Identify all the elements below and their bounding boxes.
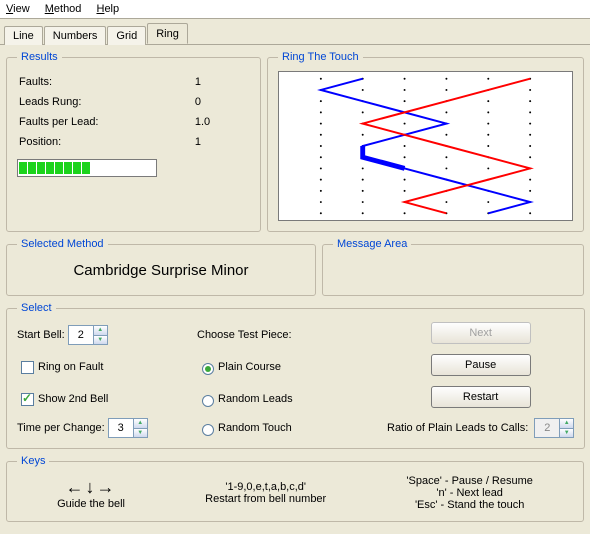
pos-label: Position: (19, 133, 153, 151)
faults-value: 1 (155, 73, 248, 91)
random-touch-label: Random Touch (218, 422, 292, 434)
next-button[interactable]: Next (431, 322, 531, 344)
random-leads-label: Random Leads (218, 393, 293, 405)
start-bell-down-icon[interactable]: ▼ (93, 335, 107, 344)
tab-line[interactable]: Line (4, 26, 43, 45)
selected-method-box: Selected Method Cambridge Surprise Minor (6, 238, 316, 296)
choose-test-piece-label: Choose Test Piece: (197, 329, 377, 341)
time-per-change-label: Time per Change: (17, 422, 105, 434)
restart-button[interactable]: Restart (431, 386, 531, 408)
fpl-value: 1.0 (155, 113, 248, 131)
menu-view[interactable]: View (6, 3, 30, 15)
tpc-down-icon[interactable]: ▼ (133, 428, 147, 437)
menu-help[interactable]: Help (96, 3, 119, 15)
results-legend: Results (17, 51, 62, 63)
time-per-change-spinner[interactable]: ▲▼ (108, 418, 148, 438)
esc-key-label: 'Esc' - Stand the touch (406, 499, 532, 511)
plain-course-radio[interactable]: Plain Course (197, 360, 377, 375)
keys-box: Keys ←↓→ Guide the bell '1-9,0,e,t,a,b,c… (6, 455, 584, 522)
message-area-box: Message Area (322, 238, 584, 296)
leads-value: 0 (155, 93, 248, 111)
ring-touch-chart (278, 71, 573, 221)
fpl-label: Faults per Lead: (19, 113, 153, 131)
ring-on-fault-input[interactable] (21, 361, 34, 374)
start-bell-spinner[interactable]: ▲▼ (68, 325, 108, 345)
random-touch-radio[interactable]: Random Touch (197, 421, 377, 436)
results-box: Results Faults:1 Leads Rung:0 Faults per… (6, 51, 261, 232)
guide-bell-label: Guide the bell (57, 498, 125, 510)
tab-numbers[interactable]: Numbers (44, 26, 107, 45)
plain-course-input[interactable] (202, 363, 214, 375)
ring-touch-legend: Ring The Touch (278, 51, 363, 63)
show-2nd-bell-check[interactable]: Show 2nd Bell (17, 390, 187, 409)
ratio-up-icon: ▲ (559, 419, 573, 428)
ratio-input (535, 419, 559, 437)
n-key-label: 'n' - Next lead (406, 487, 532, 499)
progress-bar (17, 159, 157, 177)
pause-button[interactable]: Pause (431, 354, 531, 376)
ratio-label: Ratio of Plain Leads to Calls: (387, 422, 528, 434)
selected-method-legend: Selected Method (17, 238, 108, 250)
tpc-up-icon[interactable]: ▲ (133, 419, 147, 428)
ring-touch-box: Ring The Touch (267, 51, 584, 232)
random-touch-input[interactable] (202, 424, 214, 436)
random-leads-radio[interactable]: Random Leads (197, 392, 377, 407)
restart-from-label: Restart from bell number (205, 493, 326, 505)
start-bell-up-icon[interactable]: ▲ (93, 326, 107, 335)
ratio-down-icon: ▼ (559, 428, 573, 437)
ring-on-fault-label: Ring on Fault (38, 361, 103, 373)
message-area-legend: Message Area (333, 238, 411, 250)
random-leads-input[interactable] (202, 395, 214, 407)
show-2nd-bell-input[interactable] (21, 393, 34, 406)
ring-on-fault-check[interactable]: Ring on Fault (17, 358, 187, 377)
start-bell-input[interactable] (69, 326, 93, 344)
arrow-keys-icon: ←↓→ (57, 477, 125, 498)
select-box: Select Start Bell: ▲▼ Choose Test Piece:… (6, 302, 585, 449)
tab-ring[interactable]: Ring (147, 23, 188, 44)
faults-label: Faults: (19, 73, 153, 91)
plain-course-label: Plain Course (218, 361, 281, 373)
time-per-change-input[interactable] (109, 419, 133, 437)
menu-method[interactable]: Method (45, 3, 82, 15)
keys-legend: Keys (17, 455, 49, 467)
ratio-spinner: ▲▼ (534, 418, 574, 438)
restart-keys-label: '1-9,0,e,t,a,b,c,d' (205, 481, 326, 493)
select-legend: Select (17, 302, 56, 314)
show-2nd-bell-label: Show 2nd Bell (38, 393, 108, 405)
menu-bar: View Method Help (0, 0, 590, 19)
space-key-label: 'Space' - Pause / Resume (406, 475, 532, 487)
start-bell-label: Start Bell: (17, 329, 65, 341)
pos-value: 1 (155, 133, 248, 151)
tab-grid[interactable]: Grid (107, 26, 146, 45)
tab-strip: Line Numbers Grid Ring (0, 19, 590, 45)
method-name: Cambridge Surprise Minor (17, 258, 305, 285)
leads-label: Leads Rung: (19, 93, 153, 111)
